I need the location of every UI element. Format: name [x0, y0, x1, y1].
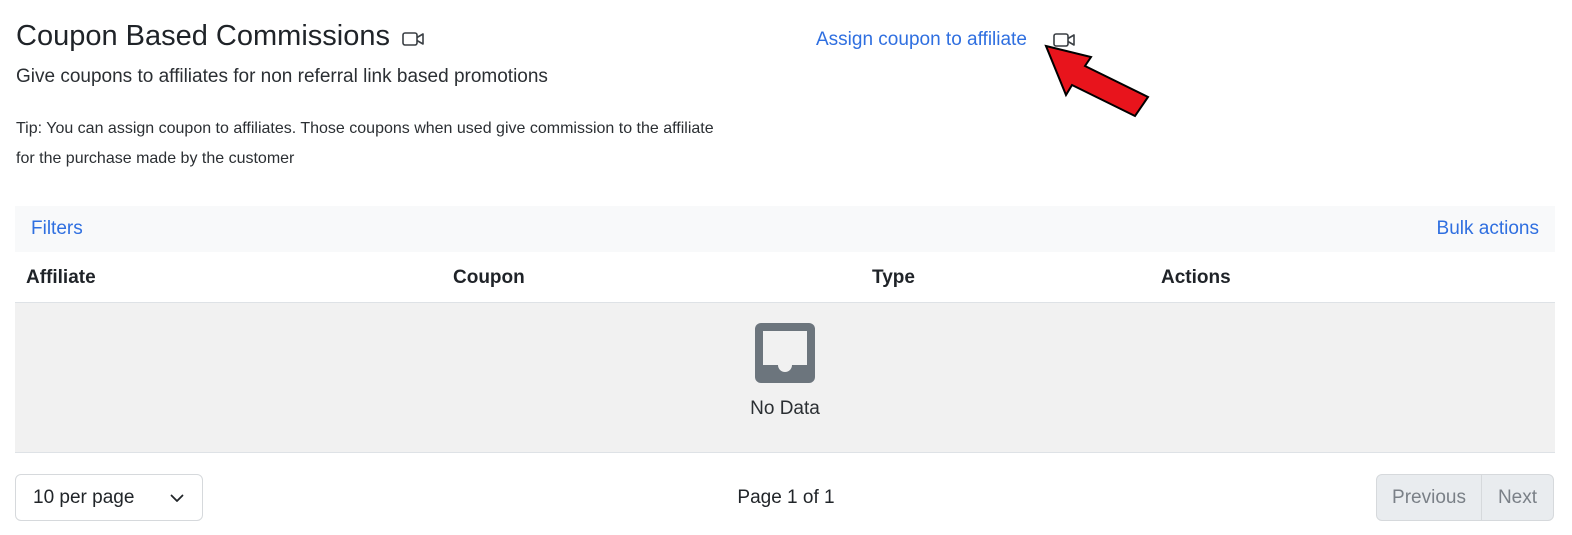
- column-header-affiliate[interactable]: Affiliate: [26, 267, 96, 289]
- red-arrow-icon: [1044, 44, 1150, 118]
- page-info: Page 1 of 1: [737, 487, 835, 508]
- empty-message: No Data: [750, 398, 820, 419]
- table-header: Affiliate Coupon Type Actions: [15, 258, 1555, 303]
- table-toolbar: Filters Bulk actions: [15, 206, 1555, 252]
- page-title-row: Coupon Based Commissions: [16, 16, 424, 56]
- next-button[interactable]: Next: [1482, 475, 1553, 520]
- page-subtitle: Give coupons to affiliates for non refer…: [16, 66, 548, 87]
- empty-state: No Data: [15, 303, 1555, 453]
- column-header-actions[interactable]: Actions: [1161, 267, 1231, 289]
- tip-text: Tip: You can assign coupon to affiliates…: [16, 120, 714, 167]
- page: Coupon Based Commissions Give coupons to…: [0, 0, 1572, 535]
- video-camera-icon[interactable]: [402, 20, 424, 56]
- bulk-actions-button[interactable]: Bulk actions: [1437, 218, 1539, 240]
- pagination: Previous Next: [1376, 474, 1554, 521]
- inbox-icon: [755, 323, 815, 388]
- column-header-type[interactable]: Type: [872, 267, 915, 289]
- assign-coupon-link[interactable]: Assign coupon to affiliate: [816, 27, 1027, 53]
- column-header-coupon[interactable]: Coupon: [453, 267, 525, 289]
- previous-button[interactable]: Previous: [1377, 475, 1482, 520]
- filters-button[interactable]: Filters: [31, 218, 83, 240]
- assign-coupon-row: Assign coupon to affiliate: [816, 27, 1075, 53]
- page-title: Coupon Based Commissions: [16, 20, 390, 52]
